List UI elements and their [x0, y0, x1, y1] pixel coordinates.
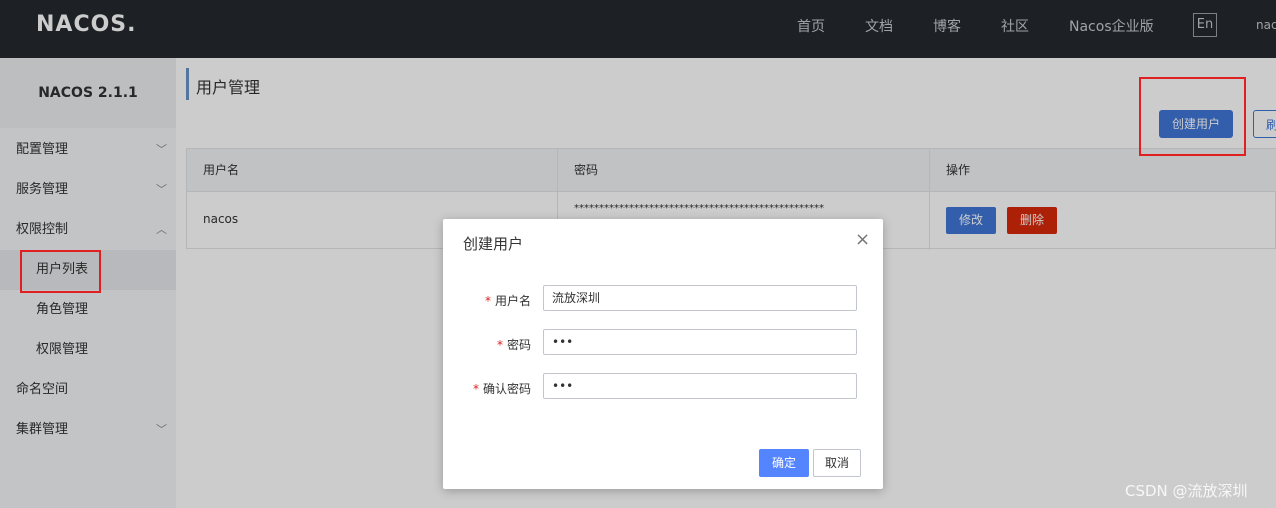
annotation-box-user-list [20, 250, 101, 293]
confirm-password-label-text: 确认密码 [482, 382, 531, 396]
annotation-box-create-user [1139, 77, 1246, 156]
dialog-title: 创建用户 [463, 235, 524, 253]
password-label: * 密码 [443, 336, 531, 353]
required-marker: * [484, 294, 491, 308]
csdn-watermark: CSDN @流放深圳 [1125, 482, 1248, 500]
username-input[interactable]: 流放深圳 [543, 285, 857, 311]
confirm-button[interactable]: 确定 [759, 449, 809, 477]
confirm-password-input[interactable]: ••• [543, 373, 857, 399]
required-marker: * [496, 338, 503, 352]
password-input[interactable]: ••• [543, 329, 857, 355]
cancel-button[interactable]: 取消 [813, 449, 861, 477]
required-marker: * [472, 382, 479, 396]
password-label-text: 密码 [506, 338, 531, 352]
create-user-dialog: 创建用户 × * 用户名 流放深圳 * 密码 ••• * 确认密码 ••• 确定 取消 [443, 219, 883, 489]
confirm-password-label: * 确认密码 [443, 380, 531, 397]
username-label-text: 用户名 [494, 294, 531, 308]
close-icon[interactable]: × [855, 229, 870, 250]
username-label: * 用户名 [443, 292, 531, 309]
